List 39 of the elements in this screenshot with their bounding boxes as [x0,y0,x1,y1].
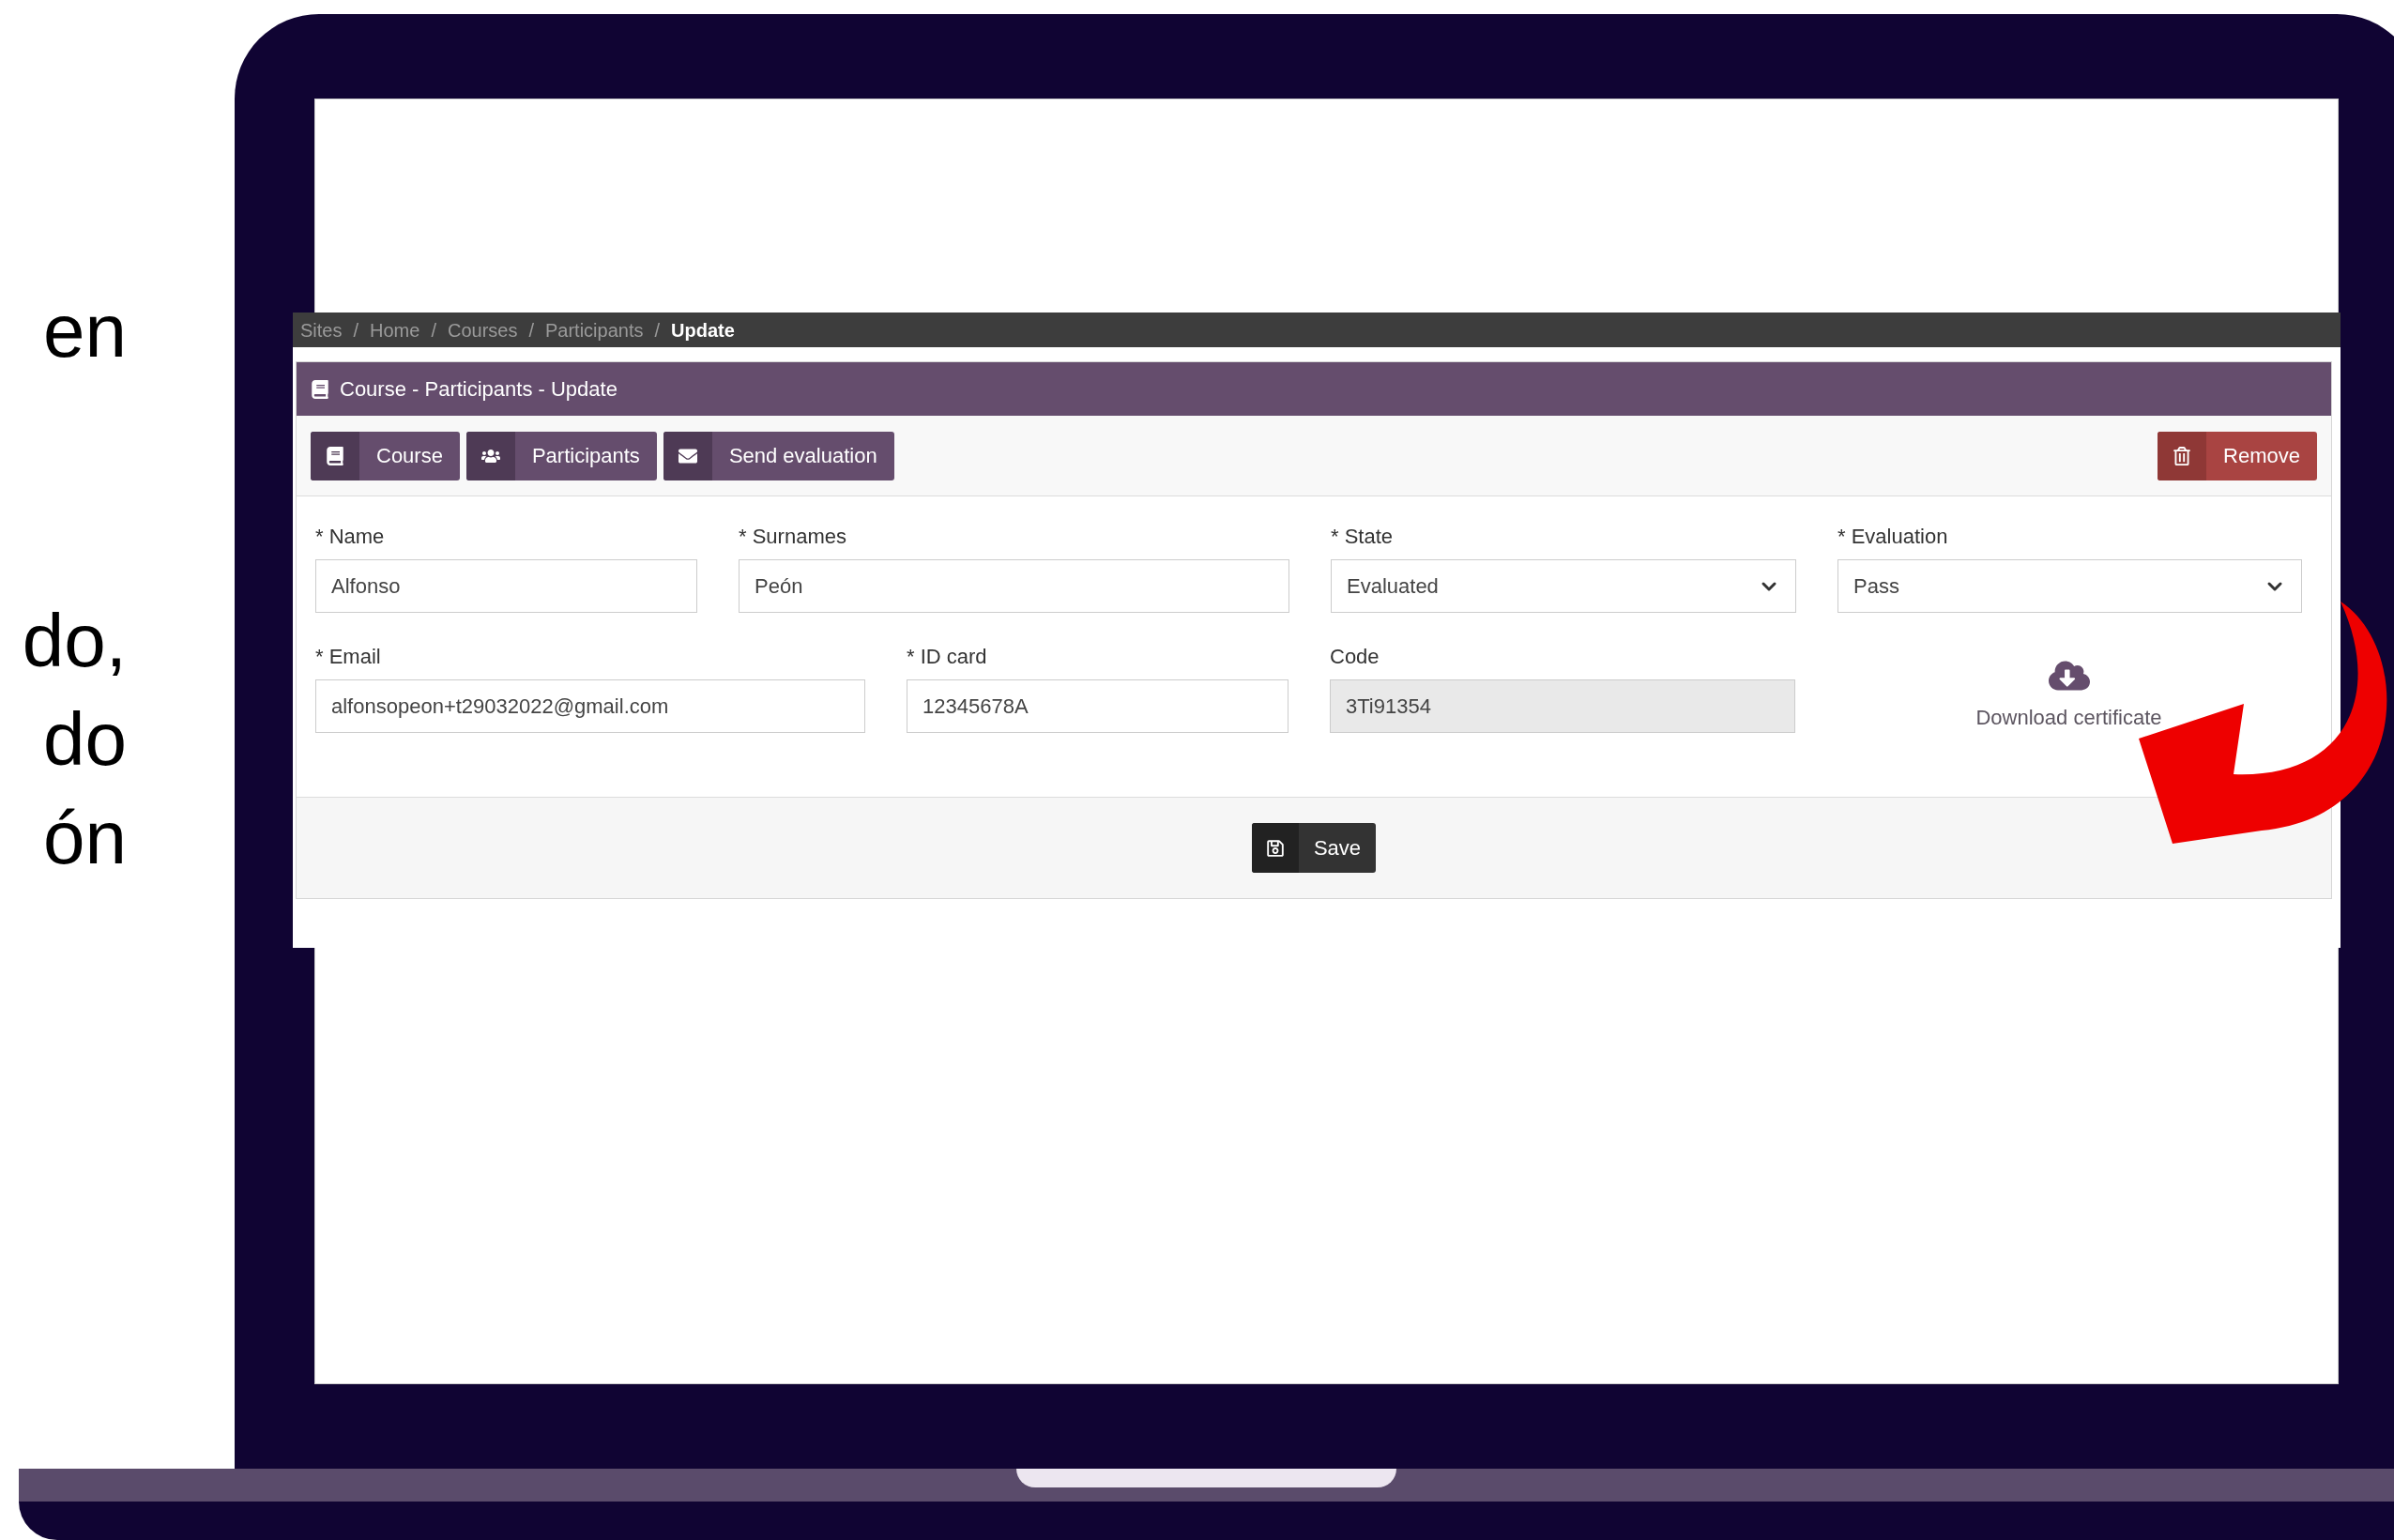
breadcrumb-link[interactable]: Home [370,315,420,344]
book-icon [326,446,344,465]
field-label: Code [1330,644,1380,670]
download-certificate-link[interactable]: Download certificate [1975,701,2162,733]
select-value: Pass [1853,573,1899,600]
save-button[interactable]: Save [1251,823,1377,873]
breadcrumb-separator: / [353,318,359,343]
toolbar-button[interactable]: Send evaluation [663,431,894,480]
breadcrumb-separator: / [654,318,661,343]
side-text: do, [22,598,127,684]
input-field[interactable]: 12345678A [907,679,1288,733]
field-label: * Name [315,524,386,550]
field-label: * Surnames [739,524,847,550]
trash-icon [2173,446,2192,465]
field-label: * Email [315,644,382,670]
input-field: 3Ti91354 [1330,679,1795,733]
breadcrumb-separator: / [431,318,436,343]
field-label: * ID card [907,644,988,670]
book-icon [312,379,328,399]
field-label: * State [1331,524,1395,550]
breadcrumb-link[interactable]: Participants [545,315,644,344]
side-text: en [43,288,127,374]
toolbar-button[interactable]: Course [311,431,460,480]
select-field[interactable]: Pass [1837,559,2302,613]
input-field[interactable]: Peón [739,559,1289,613]
breadcrumb-separator: / [528,318,534,343]
side-text: do [43,696,127,783]
toolbar-button[interactable]: Remove [2158,431,2317,480]
breadcrumb-link[interactable]: Sites [300,315,343,344]
breadcrumb-link[interactable]: Courses [447,315,518,344]
field-label: * Evaluation [1837,524,1949,550]
toolbar-button[interactable]: Participants [465,431,657,480]
panel-title: Course - Participants - Update [340,376,618,403]
input-field[interactable]: Alfonso [315,559,697,613]
select-field[interactable]: Evaluated [1331,559,1796,613]
input-field[interactable]: alfonsopeon+t29032022@gmail.com [315,679,865,733]
select-value: Evaluated [1347,573,1439,600]
breadcrumb-link[interactable]: Update [671,315,735,344]
side-text: ón [43,795,127,881]
